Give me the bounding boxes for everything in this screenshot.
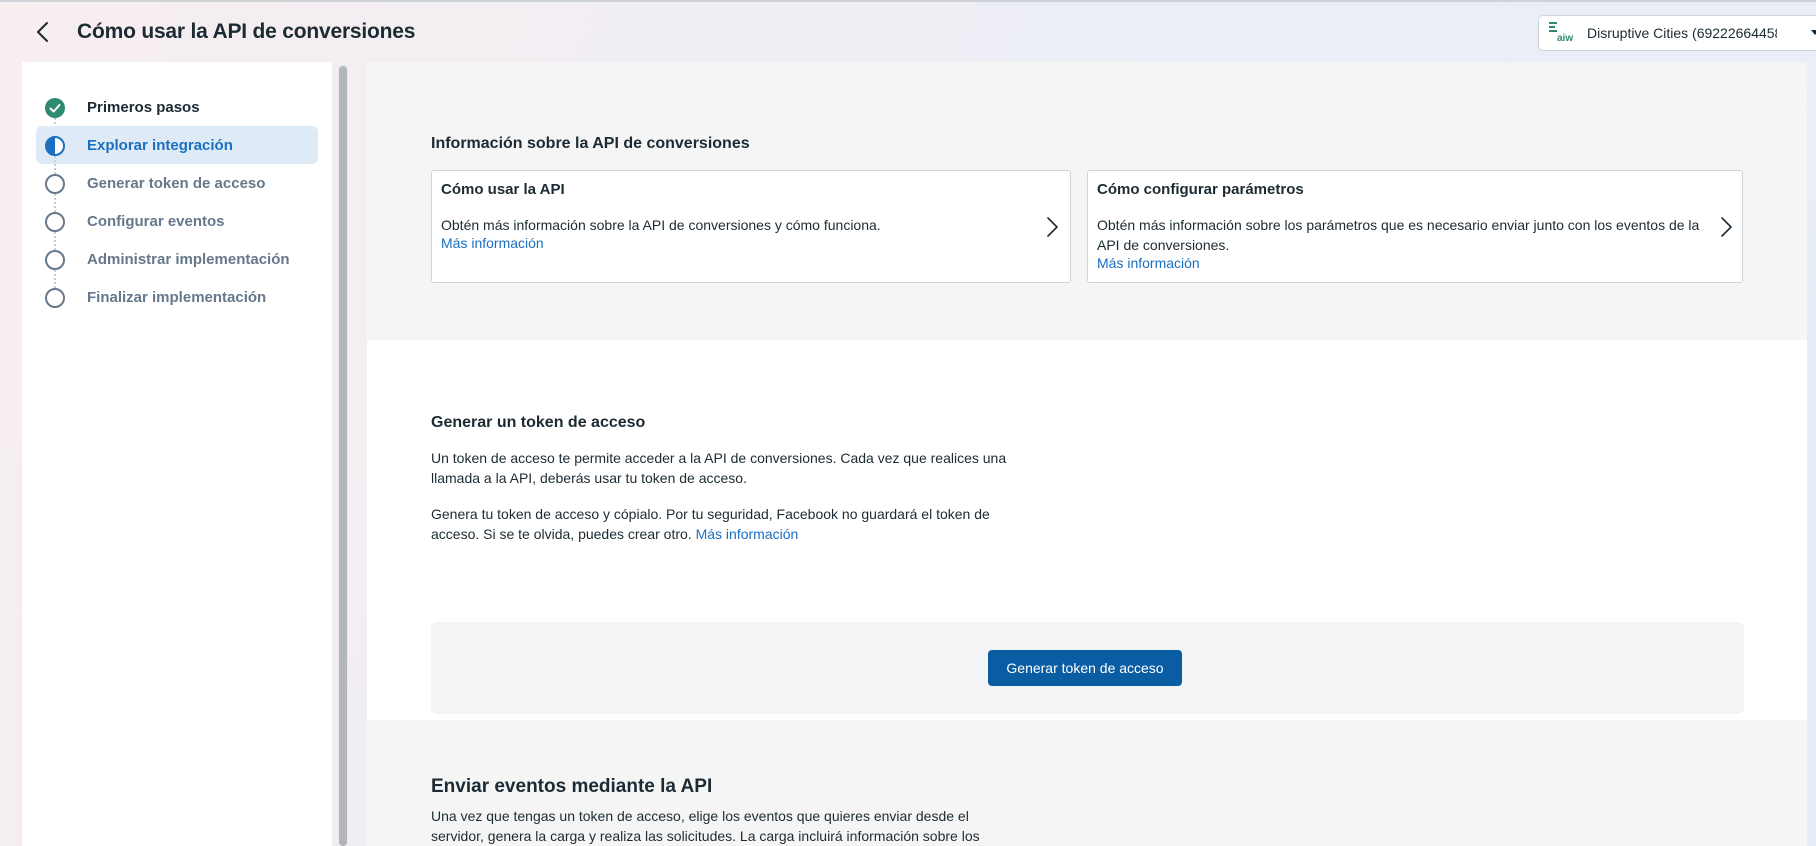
events-section: Enviar eventos mediante la API Una vez q…	[367, 720, 1807, 846]
step-label: Configurar eventos	[87, 213, 225, 230]
step-label: Administrar implementación	[87, 251, 290, 268]
empty-circle-icon	[45, 250, 65, 270]
step-label: Explorar integración	[87, 137, 233, 154]
token-section: Generar un token de acceso Un token de a…	[367, 340, 1807, 720]
events-description: Una vez que tengas un token de acceso, e…	[431, 808, 980, 844]
main-content: Información sobre la API de conversiones…	[367, 62, 1807, 846]
token-more-info-link[interactable]: Más información	[696, 526, 799, 542]
card-description: Obtén más información sobre los parámetr…	[1097, 217, 1700, 253]
chevron-right-icon	[1047, 217, 1058, 237]
page-header: Cómo usar la API de conversiones aiw Dis…	[0, 2, 1816, 62]
empty-circle-icon	[45, 288, 65, 308]
token-panel: Generar token de acceso	[431, 622, 1744, 714]
card-como-usar-api[interactable]: Cómo usar la API Obtén más información s…	[431, 170, 1071, 283]
step-label: Primeros pasos	[87, 99, 200, 116]
check-circle-icon	[45, 98, 65, 118]
steps-list: Primeros pasos Explorar integración Gene…	[36, 88, 318, 316]
page-title: Cómo usar la API de conversiones	[77, 20, 416, 43]
card-description: Obtén más información sobre la API de co…	[441, 217, 881, 233]
account-logo-icon: aiw	[1547, 20, 1573, 46]
step-generar-token[interactable]: Generar token de acceso	[36, 164, 318, 212]
step-primeros-pasos[interactable]: Primeros pasos	[36, 88, 318, 136]
empty-circle-icon	[45, 212, 65, 232]
back-button[interactable]	[30, 18, 58, 46]
card-title: Cómo usar la API	[441, 181, 565, 198]
half-circle-progress-icon	[45, 136, 65, 156]
chevron-left-icon	[37, 22, 48, 42]
events-section-title: Enviar eventos mediante la API	[431, 776, 713, 797]
caret-down-icon	[1811, 30, 1816, 35]
scrollbar-thumb[interactable]	[339, 66, 347, 846]
step-label: Finalizar implementación	[87, 289, 267, 306]
card-more-info-link[interactable]: Más información	[441, 235, 544, 251]
chevron-right-icon	[1721, 217, 1732, 237]
card-configurar-parametros[interactable]: Cómo configurar parámetros Obtén más inf…	[1087, 170, 1743, 283]
token-security-note: Genera tu token de acceso y cópialo. Por…	[431, 504, 1021, 544]
card-more-info-link[interactable]: Más información	[1097, 255, 1200, 271]
account-selector[interactable]: aiw Disruptive Cities (692226644589...	[1538, 15, 1816, 51]
steps-sidebar: Primeros pasos Explorar integración Gene…	[22, 62, 332, 846]
token-description: Un token de acceso te permite acceder a …	[431, 450, 1007, 486]
step-configurar-eventos[interactable]: Configurar eventos	[36, 202, 318, 250]
token-section-title: Generar un token de acceso	[431, 414, 646, 431]
step-finalizar-implementacion[interactable]: Finalizar implementación	[36, 278, 318, 316]
sidebar-scrollbar[interactable]	[338, 64, 348, 846]
empty-circle-icon	[45, 174, 65, 194]
step-explorar-integracion[interactable]: Explorar integración	[36, 126, 318, 174]
account-logo-text: aiw	[1557, 33, 1574, 44]
step-administrar-implementacion[interactable]: Administrar implementación	[36, 240, 318, 288]
card-title: Cómo configurar parámetros	[1097, 181, 1304, 198]
generate-token-button[interactable]: Generar token de acceso	[988, 650, 1182, 686]
info-section-title: Información sobre la API de conversiones	[431, 135, 750, 152]
info-section: Información sobre la API de conversiones…	[367, 62, 1807, 340]
step-label: Generar token de acceso	[87, 175, 266, 192]
account-name: Disruptive Cities (692226644589...	[1587, 25, 1777, 41]
